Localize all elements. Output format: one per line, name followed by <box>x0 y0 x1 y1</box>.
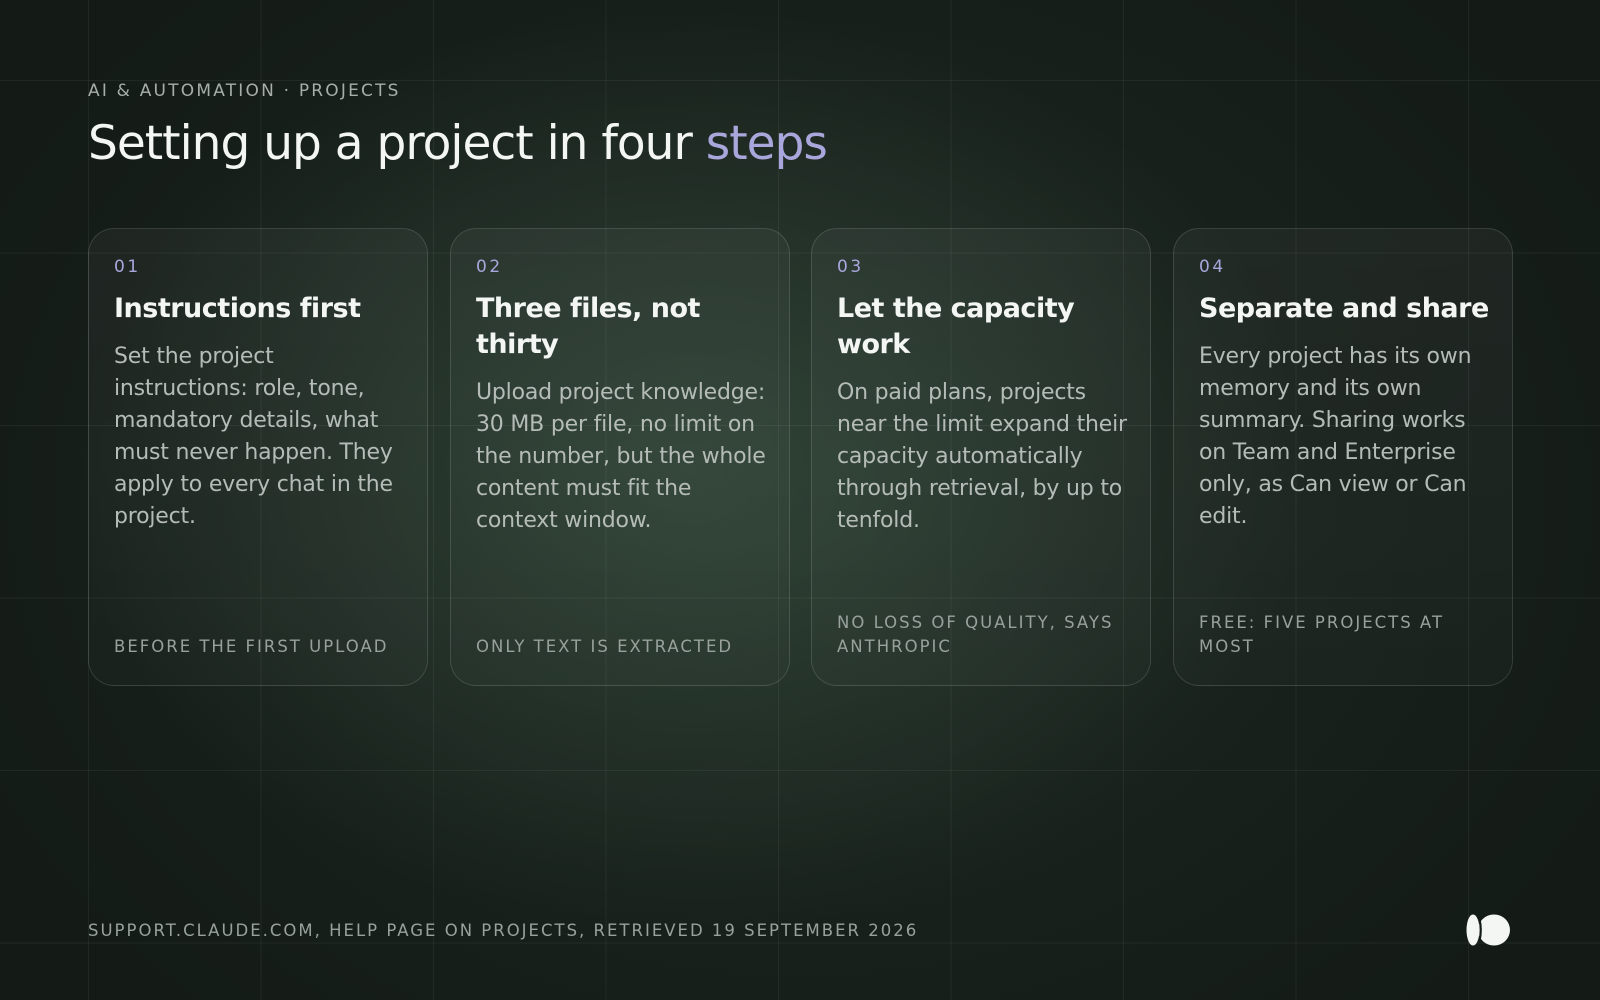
step-number: 04 <box>1199 257 1226 277</box>
step-title: Instructions first <box>114 293 361 324</box>
step-footnote: FREE: FIVE PROJECTS AT MOST <box>1199 613 1445 656</box>
step-footnote: NO LOSS OF QUALITY, SAYS ANTHROPIC <box>837 613 1114 656</box>
steps-cards: 01 Instructions first Set the project in… <box>88 228 1513 688</box>
step-card-3: 03 Let the capacity work On paid plans, … <box>811 228 1151 686</box>
step-body: On paid plans, projects near the limit e… <box>837 380 1127 533</box>
step-number: 01 <box>114 257 141 277</box>
step-number: 02 <box>476 257 503 277</box>
source-footer: SUPPORT.CLAUDE.COM, HELP PAGE ON PROJECT… <box>88 921 919 940</box>
step-card-2: 02 Three files, not thirty Upload projec… <box>450 228 790 686</box>
step-footnote: ONLY TEXT IS EXTRACTED <box>476 637 734 656</box>
step-body: Set the project instructions: role, tone… <box>114 344 393 529</box>
step-title: Separate and share <box>1199 293 1489 324</box>
step-body: Every project has its own memory and its… <box>1199 344 1472 529</box>
title-main: Setting up a project in four <box>88 116 706 171</box>
eyebrow-label: AI & AUTOMATION · PROJECTS <box>88 81 401 101</box>
page-title: Setting up a project in four steps <box>88 116 828 171</box>
step-card-1: 01 Instructions first Set the project in… <box>88 228 428 686</box>
title-accent: steps <box>705 116 828 171</box>
step-title: Let the capacity work <box>837 293 1075 360</box>
step-title: Three files, not thirty <box>476 293 700 360</box>
step-number: 03 <box>837 257 864 277</box>
step-card-4: 04 Separate and share Every project has … <box>1173 228 1513 686</box>
step-footnote: BEFORE THE FIRST UPLOAD <box>114 637 389 656</box>
step-body: Upload project knowledge: 30 MB per file… <box>476 380 766 533</box>
brand-logo-icon <box>1466 914 1510 946</box>
